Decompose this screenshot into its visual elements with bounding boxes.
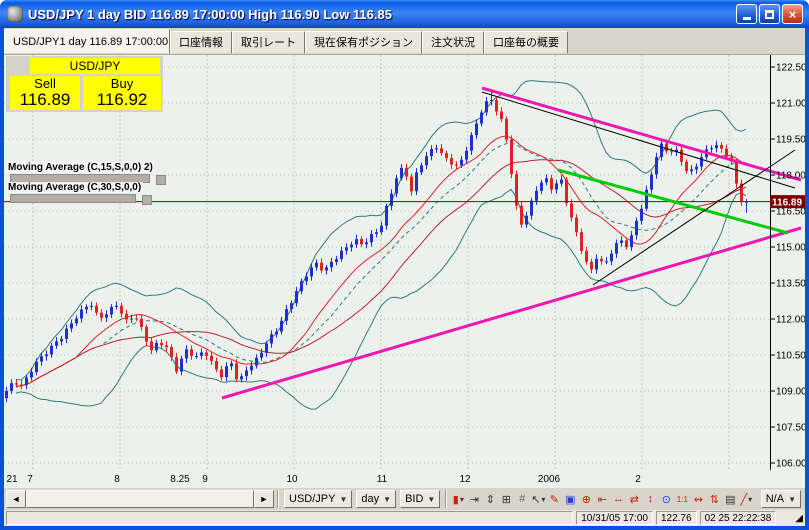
toolbar-separator [445, 490, 448, 508]
price-side-value: BID [405, 493, 424, 505]
svg-text:113.50: 113.50 [776, 279, 805, 290]
line-style-icon[interactable]: ╱ ▾ [738, 490, 754, 508]
app-window: USD/JPY 1 day BID 116.89 17:00:00 High 1… [0, 0, 809, 530]
period-select[interactable]: day ▼ [356, 490, 397, 508]
svg-text:10: 10 [286, 474, 298, 485]
tab-bar: USD/JPY1 day 116.89 17:00:00 口座情報 取引レート … [4, 28, 805, 55]
svg-text:21: 21 [6, 474, 18, 485]
svg-text:110.50: 110.50 [776, 351, 805, 362]
tab-open-positions[interactable]: 現在保有ポジション [305, 31, 422, 54]
scroll-right-button[interactable]: ► [254, 490, 274, 508]
scale-1-1-icon[interactable]: 1:1 [674, 490, 690, 508]
svg-text:109.00: 109.00 [776, 387, 805, 398]
tab-account-summary[interactable]: 口座毎の概要 [484, 31, 568, 54]
overlay-select-value: N/A [765, 493, 785, 505]
chart-scrollbar[interactable] [26, 490, 254, 508]
indicator-resize-handle[interactable] [156, 175, 166, 185]
tab-dealing-rates[interactable]: 取引レート [232, 31, 305, 54]
connection-status-icon [779, 512, 792, 525]
quote-panel: USD/JPY Sell 116.89 Buy 116.92 [6, 56, 163, 112]
status-datetime: 10/31/05 17:00 [576, 511, 653, 525]
data-window-icon[interactable]: ▤ [722, 490, 738, 508]
status-message [6, 511, 574, 525]
svg-text:107.50: 107.50 [776, 423, 805, 434]
goto-latest-icon[interactable]: ⇥ [466, 490, 482, 508]
chevron-down-icon: ▼ [383, 494, 392, 504]
chevron-down-icon: ▼ [788, 494, 796, 504]
pair-select[interactable]: USD/JPY ▼ [284, 490, 353, 508]
fit-vertical-icon[interactable]: ⇕ [482, 490, 498, 508]
draw-trendline-icon[interactable]: ✎ [546, 490, 562, 508]
indicator-ma15: Moving Average (C,15,S,0,0) 2) [6, 162, 166, 185]
close-button[interactable]: × [782, 4, 803, 24]
svg-text:7: 7 [27, 474, 33, 485]
tab-chart[interactable]: USD/JPY1 day 116.89 17:00:00 [4, 29, 170, 54]
chevron-down-icon: ▼ [427, 494, 436, 504]
maximize-button[interactable] [759, 4, 780, 24]
pointer-tool-icon[interactable]: ↖ ▾ [530, 490, 546, 508]
svg-text:115.00: 115.00 [776, 243, 805, 254]
indicator-label-ma15[interactable]: Moving Average (C,15,S,0,0) 2) [6, 162, 155, 173]
svg-text:106.00: 106.00 [776, 459, 805, 470]
zoom-to-fit-icon[interactable]: ⇤ [594, 490, 610, 508]
pair-select-value: USD/JPY [289, 493, 336, 505]
grid-icon[interactable]: ⊞ [498, 490, 514, 508]
buy-button[interactable]: Buy 116.92 [83, 76, 161, 110]
sell-button[interactable]: Sell 116.89 [10, 76, 80, 110]
sell-label: Sell [34, 76, 56, 91]
scroll-left-button[interactable]: ◄ [6, 490, 26, 508]
svg-text:116.89: 116.89 [772, 198, 802, 209]
title-bar: USD/JPY 1 day BID 116.89 17:00:00 High 1… [0, 0, 809, 28]
svg-text:118.00: 118.00 [776, 171, 805, 182]
scale-vertical-icon[interactable]: ⇅ [706, 490, 722, 508]
status-value: 122.76 [655, 511, 697, 525]
svg-text:9: 9 [202, 474, 208, 485]
svg-text:11: 11 [377, 474, 388, 485]
buy-label: Buy [110, 76, 134, 91]
period-select-value: day [361, 493, 380, 505]
quote-pair-label: USD/JPY [30, 58, 160, 74]
draw-shape-icon[interactable]: ▣ [562, 490, 578, 508]
svg-text:2: 2 [635, 474, 641, 485]
resize-grip[interactable]: ◢ [795, 513, 803, 524]
svg-text:119.50: 119.50 [776, 135, 805, 146]
maximize-icon [765, 9, 774, 19]
status-bar: 10/31/05 17:00 122.76 02 25 22:22:38 ◢ [4, 510, 805, 526]
svg-text:122.50: 122.50 [776, 63, 805, 74]
scale-horizontal-icon[interactable]: ↭ [690, 490, 706, 508]
svg-text:121.00: 121.00 [776, 99, 805, 110]
app-icon [7, 6, 23, 22]
indicator-resize-handle[interactable] [142, 195, 152, 205]
indicator-ma30: Moving Average (C,30,S,0,0) [6, 182, 152, 205]
indicator-handle-ma30[interactable] [10, 194, 136, 203]
svg-text:12: 12 [459, 474, 471, 485]
clear-selection-icon[interactable]: # [514, 490, 530, 508]
svg-text:112.00: 112.00 [776, 315, 805, 326]
zoom-reset-icon[interactable]: ⊙ [658, 490, 674, 508]
svg-text:2006: 2006 [538, 474, 561, 485]
svg-text:8: 8 [114, 474, 120, 485]
svg-text:8.25: 8.25 [170, 474, 190, 485]
expand-vertical-icon[interactable]: ↕ [642, 490, 658, 508]
minimize-button[interactable] [736, 4, 757, 24]
sell-price: 116.89 [19, 90, 71, 109]
indicator-label-ma30[interactable]: Moving Average (C,30,S,0,0) [6, 182, 144, 193]
tab-order-status[interactable]: 注文状況 [422, 31, 484, 54]
status-clock: 02 25 22:22:38 [699, 511, 777, 525]
price-chart-canvas[interactable]: 122.50121.00119.50118.00116.50115.00113.… [4, 55, 807, 488]
window-title: USD/JPY 1 day BID 116.89 17:00:00 High 1… [28, 6, 392, 22]
expand-horizontal-icon[interactable]: ↔ [610, 490, 626, 508]
price-side-select[interactable]: BID ▼ [400, 490, 441, 508]
chart-toolbar: ◄ ► USD/JPY ▼ day ▼ BID ▼ ▮ ▾ ⇥ ⇕ ⊞ # ↖ ▾ ✎ ▣ ⊕ ⇤ ↔ ⇄ ↕ ⊙ 1… [4, 488, 805, 510]
compress-horizontal-icon[interactable]: ⇄ [626, 490, 642, 508]
chevron-down-icon: ▼ [339, 494, 348, 504]
candle-style-icon[interactable]: ▮ ▾ [450, 490, 466, 508]
minimize-icon [742, 17, 751, 20]
tab-account-info[interactable]: 口座情報 [170, 31, 232, 54]
buy-price: 116.92 [96, 90, 148, 109]
toolbar-separator [277, 490, 279, 508]
chart-area: 122.50 121.00 119.50 118.00 116.50 115.00 113.… [4, 55, 807, 488]
zoom-in-icon[interactable]: ⊕ [578, 490, 594, 508]
overlay-select[interactable]: N/A ▼ [760, 490, 801, 508]
